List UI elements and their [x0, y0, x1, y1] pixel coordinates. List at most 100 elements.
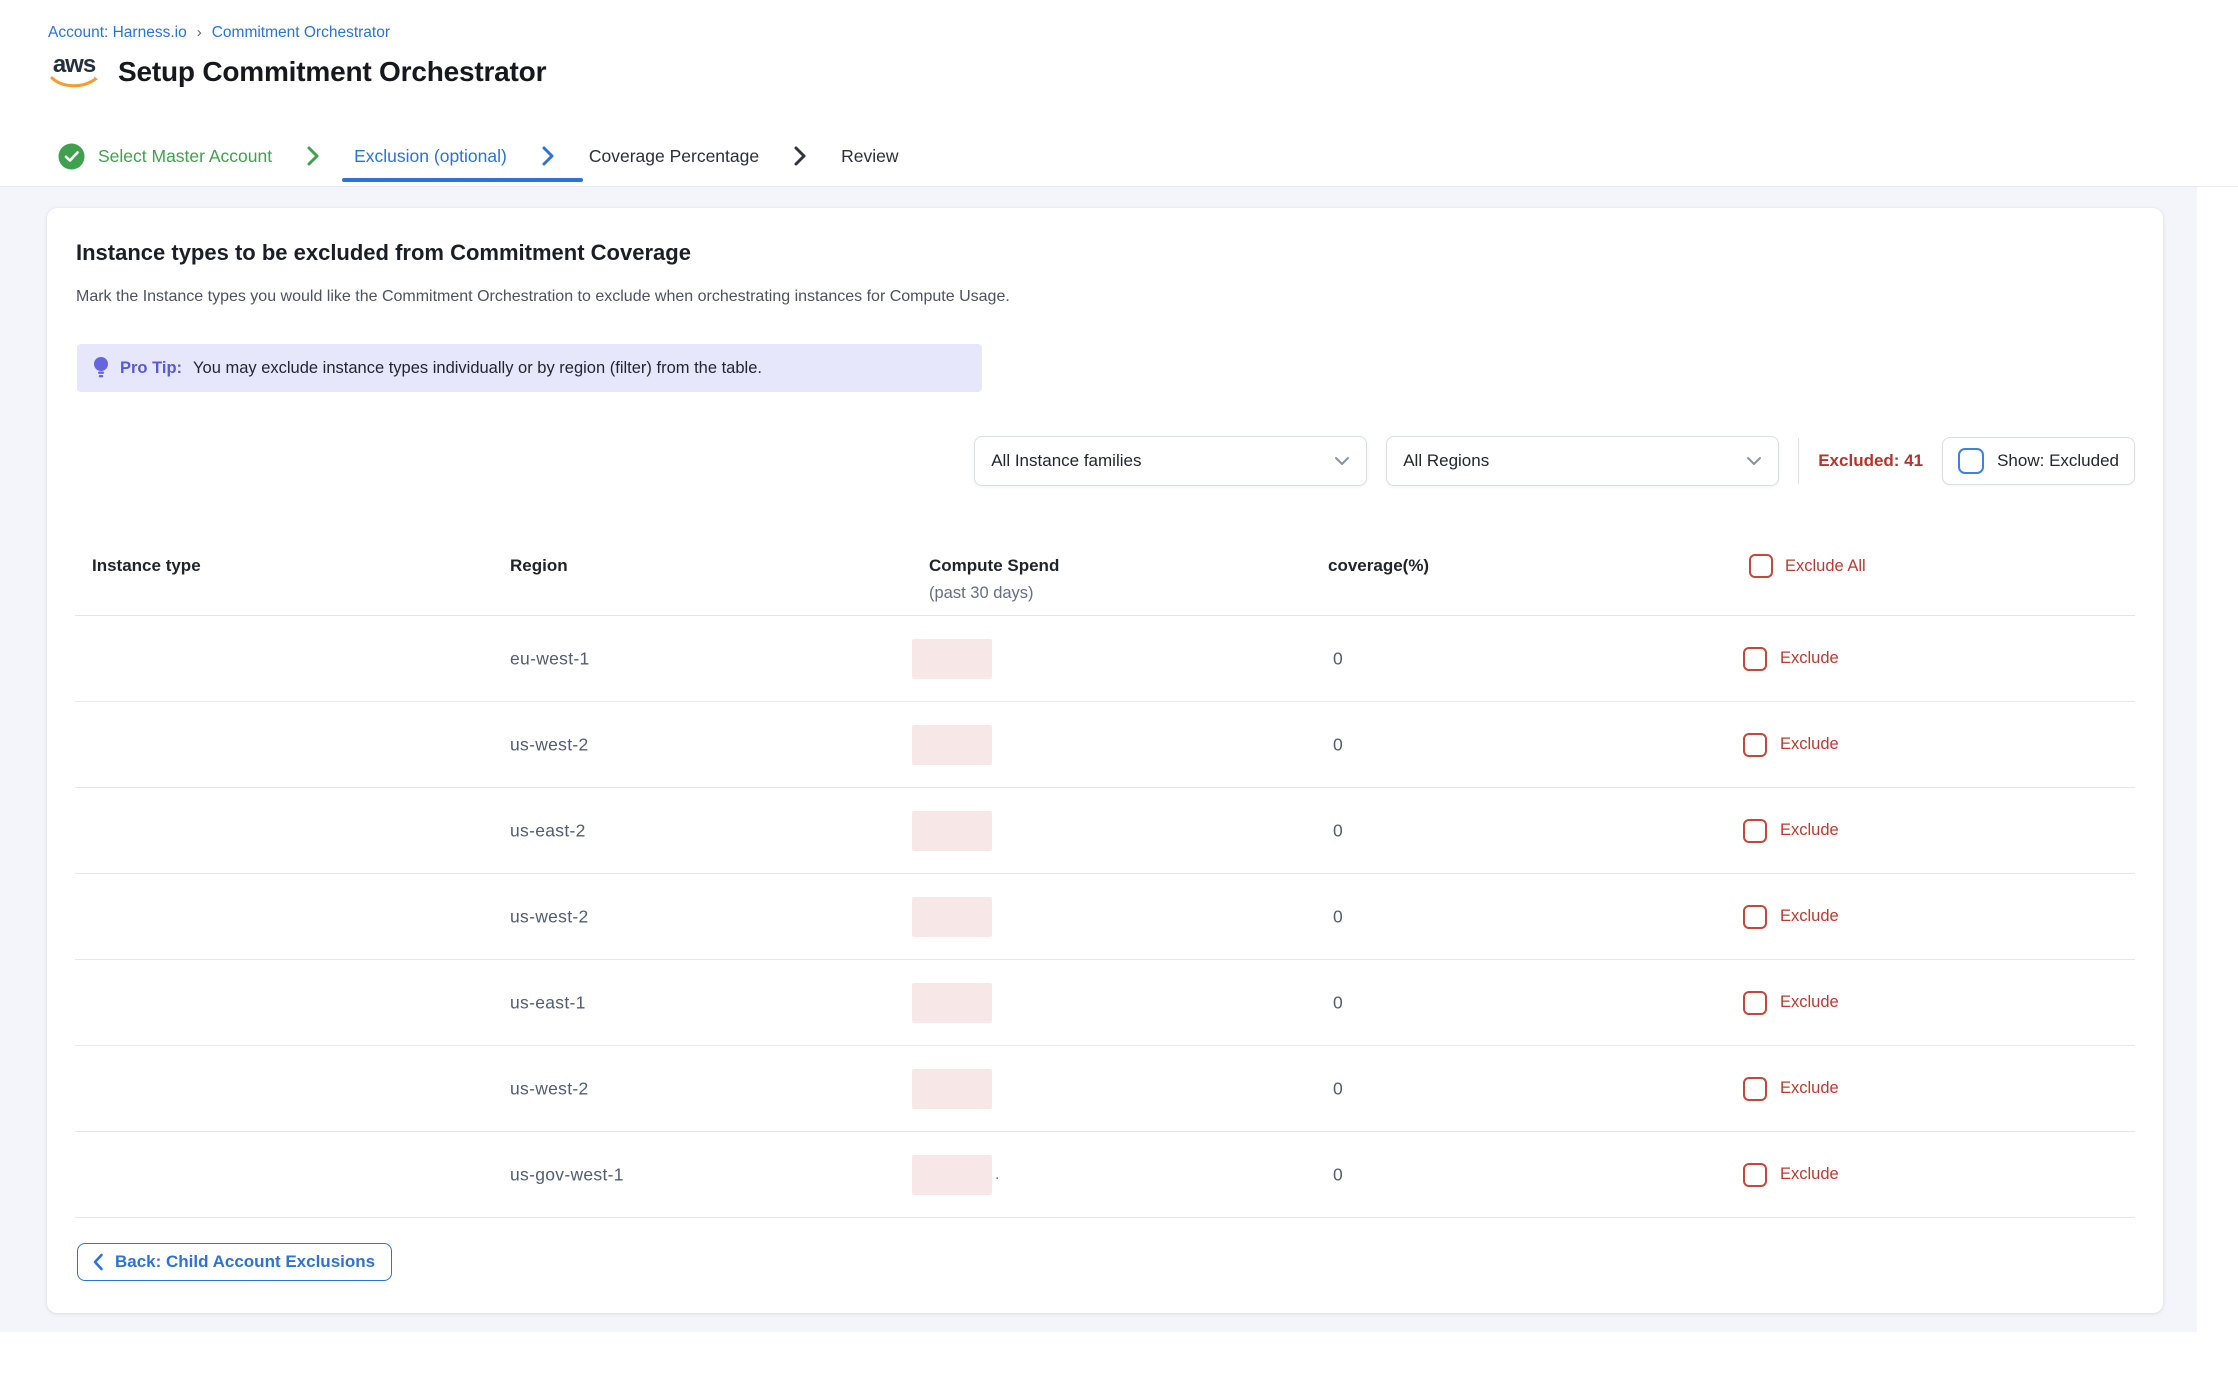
step-label: Coverage Percentage [589, 146, 759, 167]
coverage-cell: 0 [1333, 648, 1343, 669]
regions-dropdown[interactable]: All Regions [1386, 436, 1779, 486]
column-region: Region [510, 556, 568, 576]
check-circle-icon [58, 143, 85, 170]
step-label: Review [841, 146, 898, 167]
region-cell: us-west-2 [510, 734, 589, 755]
show-excluded-toggle[interactable]: Show: Excluded [1942, 437, 2135, 485]
coverage-cell: 0 [1333, 992, 1343, 1013]
page-title: Setup Commitment Orchestrator [118, 56, 546, 88]
coverage-cell: 0 [1333, 820, 1343, 841]
step-coverage-percentage[interactable]: Coverage Percentage [589, 126, 759, 186]
exclude-label: Exclude [1780, 993, 1839, 1012]
aws-smile-icon [49, 76, 99, 89]
region-cell: us-west-2 [510, 1078, 589, 1099]
chevron-right-icon [791, 145, 809, 167]
chevron-right-icon [304, 145, 322, 167]
exclude-all-control: Exclude All [1749, 554, 1866, 578]
coverage-cell: 0 [1333, 1078, 1343, 1099]
exclude-label: Exclude [1780, 649, 1839, 668]
exclude-control: Exclude [1743, 905, 1839, 929]
exclude-control: Exclude [1743, 819, 1839, 843]
step-review[interactable]: Review [841, 126, 898, 186]
exclude-checkbox[interactable] [1743, 991, 1767, 1015]
exclude-control: Exclude [1743, 991, 1839, 1015]
table-row: us-east-1 0 Exclude [75, 960, 2135, 1046]
exclude-all-checkbox[interactable] [1749, 554, 1773, 578]
setup-stepper: Select Master Account Exclusion (optiona… [0, 126, 2238, 187]
show-excluded-checkbox[interactable] [1958, 448, 1984, 474]
exclusion-panel: Instance types to be excluded from Commi… [47, 208, 2163, 1313]
region-cell: us-west-2 [510, 906, 589, 927]
exclude-checkbox[interactable] [1743, 647, 1767, 671]
step-exclusion[interactable]: Exclusion (optional) [354, 126, 507, 186]
lightbulb-icon [93, 356, 109, 381]
compute-spend-cell [912, 983, 995, 1023]
breadcrumb-chevron-icon: › [197, 24, 202, 41]
exclude-checkbox[interactable] [1743, 905, 1767, 929]
exclude-control: Exclude [1743, 1077, 1839, 1101]
regions-value: All Regions [1403, 451, 1489, 471]
redacted-compute-spend [912, 897, 992, 937]
redacted-compute-spend [912, 811, 992, 851]
exclude-checkbox[interactable] [1743, 1077, 1767, 1101]
filter-row: All Instance families All Regions Exclud… [47, 436, 2135, 486]
compute-spend-cell: . [912, 1155, 999, 1195]
compute-spend-cell [912, 811, 995, 851]
column-compute-spend: Compute Spend [929, 556, 1059, 576]
compute-spend-suffix: . [995, 1166, 999, 1184]
panel-heading: Instance types to be excluded from Commi… [76, 240, 691, 266]
step-label: Select Master Account [98, 146, 272, 167]
table-row: us-west-2 0 Exclude [75, 1046, 2135, 1132]
chevron-down-icon [1334, 456, 1350, 466]
pro-tip-text: You may exclude instance types individua… [193, 359, 762, 378]
table-row: us-gov-west-1 . 0 Exclude [75, 1132, 2135, 1218]
instance-families-value: All Instance families [991, 451, 1141, 471]
exclude-checkbox[interactable] [1743, 733, 1767, 757]
back-button[interactable]: Back: Child Account Exclusions [77, 1243, 392, 1281]
exclude-checkbox[interactable] [1743, 1163, 1767, 1187]
step-label: Exclusion (optional) [354, 146, 507, 167]
compute-spend-cell [912, 1069, 995, 1109]
coverage-cell: 0 [1333, 734, 1343, 755]
exclude-checkbox[interactable] [1743, 819, 1767, 843]
exclude-label: Exclude [1780, 821, 1839, 840]
instance-families-dropdown[interactable]: All Instance families [974, 436, 1367, 486]
coverage-cell: 0 [1333, 906, 1343, 927]
column-coverage: coverage(%) [1328, 556, 1429, 576]
pro-tip-label: Pro Tip: [120, 359, 182, 378]
filter-divider [1798, 438, 1799, 484]
show-excluded-label: Show: Excluded [1997, 451, 2119, 471]
step-select-master-account[interactable]: Select Master Account [58, 126, 272, 186]
table-row: us-west-2 0 Exclude [75, 874, 2135, 960]
exclude-control: Exclude [1743, 647, 1839, 671]
pro-tip-banner: Pro Tip: You may exclude instance types … [77, 344, 982, 392]
table-body: eu-west-1 0 Exclude us-west-2 0 Exclude … [75, 616, 2135, 1218]
column-compute-spend-sub: (past 30 days) [929, 584, 1034, 603]
aws-logo-text: aws [53, 54, 95, 76]
table-header: Instance type Region Compute Spend (past… [75, 548, 2135, 616]
back-button-label: Back: Child Account Exclusions [115, 1252, 375, 1272]
column-instance-type: Instance type [92, 556, 201, 576]
aws-logo-icon: aws [48, 54, 100, 89]
redacted-compute-spend [912, 983, 992, 1023]
excluded-count-badge: Excluded: 41 [1818, 451, 1923, 471]
exclude-label: Exclude [1780, 907, 1839, 926]
table-row: eu-west-1 0 Exclude [75, 616, 2135, 702]
coverage-cell: 0 [1333, 1164, 1343, 1185]
exclude-all-label: Exclude All [1785, 557, 1866, 576]
breadcrumb-page-link[interactable]: Commitment Orchestrator [212, 24, 390, 42]
table-row: us-east-2 0 Exclude [75, 788, 2135, 874]
compute-spend-cell [912, 639, 995, 679]
region-cell: us-east-2 [510, 820, 586, 841]
redacted-compute-spend [912, 725, 992, 765]
table-row: us-west-2 0 Exclude [75, 702, 2135, 788]
breadcrumb: Account: Harness.io › Commitment Orchest… [48, 24, 390, 42]
exclude-control: Exclude [1743, 733, 1839, 757]
exclude-label: Exclude [1780, 1079, 1839, 1098]
region-cell: eu-west-1 [510, 648, 590, 669]
breadcrumb-account-link[interactable]: Account: Harness.io [48, 24, 187, 42]
panel-subheading: Mark the Instance types you would like t… [76, 288, 1010, 306]
redacted-compute-spend [912, 1069, 992, 1109]
compute-spend-cell [912, 725, 995, 765]
redacted-compute-spend [912, 639, 992, 679]
